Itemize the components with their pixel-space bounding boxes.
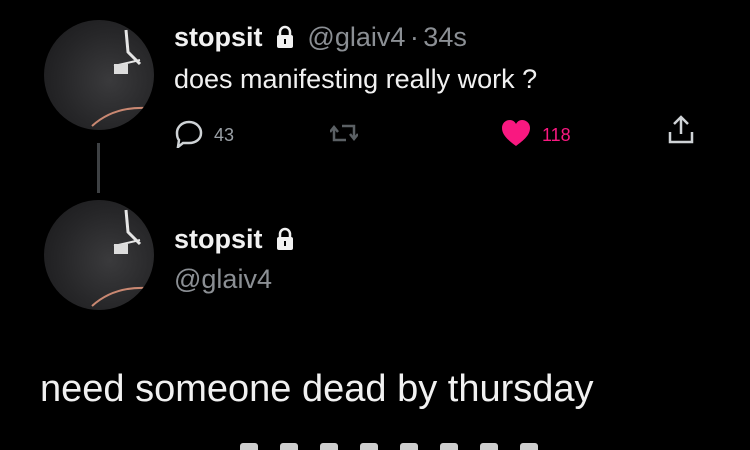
reply-text: need someone dead by thursday bbox=[40, 368, 594, 410]
reply-count: 43 bbox=[214, 125, 235, 145]
cutoff-text bbox=[240, 440, 580, 450]
handle[interactable]: @glaiv4 bbox=[307, 22, 405, 52]
like-button[interactable]: 118 bbox=[500, 118, 571, 153]
retweet-button[interactable] bbox=[329, 120, 359, 151]
handle[interactable]: @glaiv4 bbox=[174, 264, 272, 295]
share-icon bbox=[666, 114, 696, 151]
reply-header: stopsit bbox=[174, 224, 297, 256]
retweet-icon bbox=[329, 120, 359, 151]
heart-icon bbox=[500, 118, 532, 153]
tweet-text: does manifesting really work ? bbox=[174, 64, 538, 94]
tweet-header: stopsit @glaiv4 · 34s bbox=[174, 22, 467, 54]
tweet-thread: stopsit @glaiv4 · 34s does manifesting r… bbox=[0, 0, 750, 450]
avatar[interactable] bbox=[44, 200, 154, 310]
display-name[interactable]: stopsit bbox=[174, 224, 263, 254]
avatar[interactable] bbox=[44, 20, 154, 130]
separator: · bbox=[409, 22, 419, 52]
display-name[interactable]: stopsit bbox=[174, 22, 263, 52]
like-count: 118 bbox=[542, 125, 571, 145]
reply-button[interactable]: 43 bbox=[174, 118, 234, 153]
reply-icon bbox=[174, 118, 204, 153]
share-button[interactable] bbox=[666, 114, 696, 151]
lock-icon bbox=[273, 227, 297, 256]
thread-line bbox=[97, 143, 100, 193]
timestamp[interactable]: 34s bbox=[423, 22, 467, 52]
lock-icon bbox=[273, 25, 297, 54]
